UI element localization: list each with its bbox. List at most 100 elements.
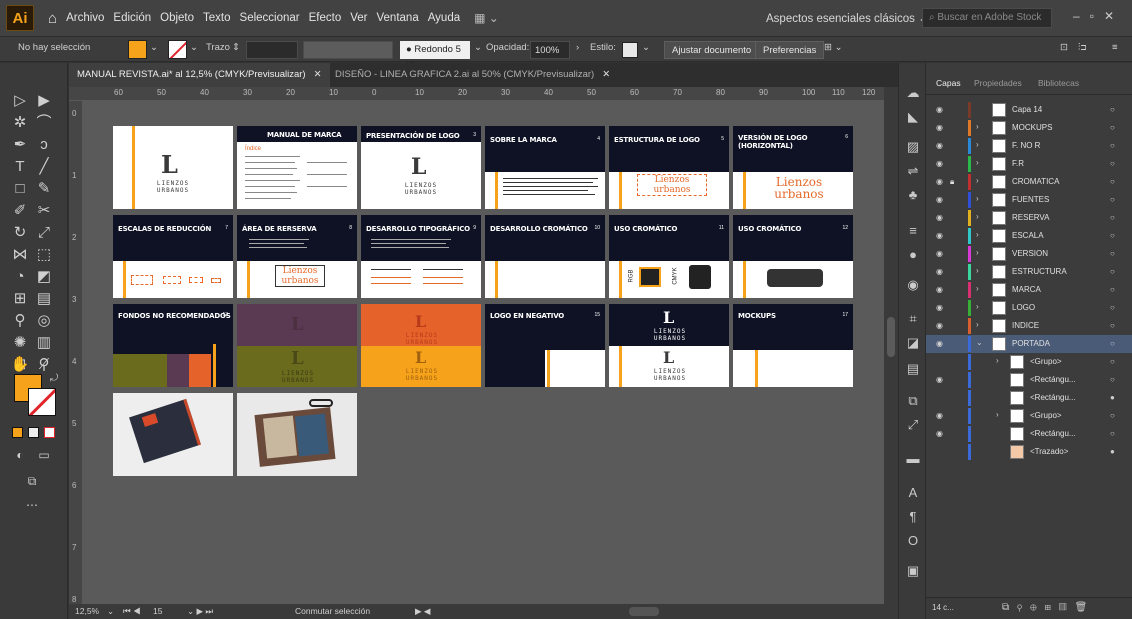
hand-tool-icon[interactable]: ✋ (10, 355, 30, 375)
eye-icon[interactable]: ◉ (936, 429, 943, 438)
color-mode-icon[interactable] (12, 427, 23, 438)
zoom-dropdown-icon[interactable]: ⌄ (107, 606, 114, 617)
layer-row[interactable]: ◉ › F. NO R ○ (926, 137, 1132, 155)
type-tool-icon[interactable]: T (10, 157, 30, 177)
artboards-panel-icon[interactable]: ⧉ (905, 393, 921, 409)
fill-swatch[interactable] (128, 40, 147, 59)
target-icon[interactable]: ○ (1110, 357, 1115, 366)
expand-icon[interactable]: › (976, 266, 979, 275)
eye-icon[interactable]: ◉ (936, 177, 943, 186)
target-icon[interactable]: ○ (1110, 303, 1115, 312)
canvas[interactable]: L LIENZOS URBANOS MANUAL DE MARCA Índice … (83, 101, 884, 604)
target-icon[interactable]: ○ (1110, 321, 1115, 330)
character-icon[interactable]: A (905, 485, 921, 501)
target-icon[interactable]: ○ (1110, 177, 1115, 186)
libraries-icon[interactable]: ☁ (905, 85, 921, 101)
menu-seleccionar[interactable]: Seleccionar (240, 12, 300, 24)
artboard-7-escalas[interactable]: ESCALAS DE REDUCCIÓN 7 (113, 215, 233, 298)
opentype-icon[interactable]: O (905, 533, 921, 549)
color-guide-icon[interactable]: ▬ (905, 451, 921, 467)
first-artboard-icon[interactable]: ⏮ ◀ (123, 606, 141, 617)
perspective-grid-tool-icon[interactable]: ◩ (34, 267, 54, 287)
eye-icon[interactable]: ◉ (936, 159, 943, 168)
variable-width-profile[interactable] (303, 41, 393, 59)
free-transform-tool-icon[interactable]: ⬚ (34, 245, 54, 265)
symbol-sprayer-tool-icon[interactable]: ✺ (10, 333, 30, 353)
home-icon[interactable]: ⌂ (48, 10, 57, 27)
expand-icon[interactable]: › (976, 284, 979, 293)
layer-row[interactable]: ◉ 🔒︎ › CROMATICA ○ (926, 173, 1132, 191)
menu-ventana[interactable]: Ventana (377, 12, 419, 24)
symbols-icon[interactable]: ♣ (905, 187, 921, 203)
sublayer-row[interactable]: ◉ <Rectángu... ○ (926, 371, 1132, 389)
opacity-arrow-icon[interactable]: › (576, 42, 579, 53)
eye-icon[interactable]: ◉ (936, 267, 943, 276)
artboard-1-portada[interactable]: L LIENZOS URBANOS (113, 126, 233, 209)
stroke-dropdown-icon[interactable]: ⌄ (190, 42, 198, 53)
layer-row-selected[interactable]: ◉ ⌄ PORTADA ○ (926, 335, 1132, 353)
line-tool-icon[interactable]: ╱ (34, 157, 54, 177)
menu-ayuda[interactable]: Ayuda (428, 12, 460, 24)
artboard-15-fondo-naranja[interactable]: L LIENZOS URBANOS L LIENZOS URBANOS (361, 304, 481, 387)
status-mode[interactable]: Conmutar selección (295, 606, 370, 616)
paintbrush-tool-icon[interactable]: ✎ (34, 179, 54, 199)
tab-manual-revista[interactable]: MANUAL REVISTA.ai* al 12,5% (CMYK/Previs… (69, 63, 330, 87)
shape-builder-tool-icon[interactable]: ◔ (10, 267, 30, 287)
transform-icon[interactable]: ⊡ (1060, 42, 1068, 53)
menu-ver[interactable]: Ver (350, 12, 367, 24)
magic-wand-tool-icon[interactable]: ✲ (10, 113, 30, 133)
vertical-ruler[interactable]: 0 1 2 3 4 5 6 7 8 (69, 101, 83, 604)
window-controls[interactable]: –▫✕ (1073, 9, 1124, 23)
expand-icon[interactable]: › (976, 320, 979, 329)
screen-mode-icon[interactable]: ▭ (34, 445, 54, 465)
layer-row[interactable]: ◉ › MOCKUPS ○ (926, 119, 1132, 137)
artboard-negativo-logo[interactable]: L LIENZOS URBANOS L LIENZOS URBANOS (609, 304, 729, 387)
properties-icon[interactable]: ◣ (905, 109, 921, 125)
align-panel-icon[interactable]: ⌗ (905, 311, 921, 327)
lasso-tool-icon[interactable]: ⌒ (34, 113, 54, 133)
expand-icon[interactable]: › (976, 140, 979, 149)
image-trace-icon[interactable]: ▨ (905, 139, 921, 155)
target-icon[interactable]: ○ (1110, 213, 1115, 222)
selection-tool-icon[interactable]: ▷ (10, 91, 30, 111)
pen-tool-icon[interactable]: ✒ (10, 135, 30, 155)
expand-icon[interactable]: › (976, 230, 979, 239)
target-icon[interactable]: ○ (1110, 105, 1115, 114)
expand-icon[interactable]: › (996, 410, 999, 419)
scissors-tool-icon[interactable]: ✂ (34, 201, 54, 221)
eye-icon[interactable]: ◉ (936, 105, 943, 114)
target-icon[interactable]: ○ (1110, 339, 1115, 348)
artboard-5-estructura-logo[interactable]: ESTRUCTURA DE LOGO 5 Lienzos urbanos (609, 126, 729, 209)
stroke-stepper-icon[interactable]: ⇕ (232, 42, 240, 53)
artboard-3-presentacion-logo[interactable]: PRESENTACIÓN DE LOGO 3 L LIENZOS URBANOS (361, 126, 481, 209)
layer-row[interactable]: ◉ › INDICE ○ (926, 317, 1132, 335)
stroke-color-box[interactable] (28, 388, 56, 416)
gradient-tool-icon[interactable]: ▤ (34, 289, 54, 309)
artboard-12-uso-cromatico[interactable]: USO CROMÁTICO 12 (733, 215, 853, 298)
lock-icon[interactable]: 🔒︎ (950, 177, 954, 187)
shaper-tool-icon[interactable]: ✐ (10, 201, 30, 221)
artboard-2-manual[interactable]: MANUAL DE MARCA Índice (237, 126, 357, 209)
direct-selection-tool-icon[interactable]: ▶ (34, 91, 54, 111)
links-icon[interactable]: ⤢ (905, 417, 921, 433)
sublayer-row[interactable]: <Trazado> ● (926, 443, 1132, 461)
expand-icon[interactable]: › (976, 158, 979, 167)
eyedropper-tool-icon[interactable]: ⚲ (10, 311, 30, 331)
tab-bibliotecas[interactable]: Bibliotecas (1038, 78, 1079, 88)
layer-row[interactable]: ◉ › MARCA ○ (926, 281, 1132, 299)
opacity-field[interactable]: 100% (530, 41, 570, 59)
layer-row[interactable]: ◉ › ESCALA ○ (926, 227, 1132, 245)
close-icon[interactable]: ✕ (314, 69, 322, 80)
artboard-4-sobre-marca[interactable]: SOBRE LA MARCA 4 (485, 126, 605, 209)
scrollbar-thumb[interactable] (887, 317, 895, 357)
expand-icon[interactable]: › (976, 302, 979, 311)
eye-icon[interactable]: ◉ (936, 303, 943, 312)
target-icon[interactable]: ○ (1110, 411, 1115, 420)
layer-row[interactable]: ◉ › RESERVA ○ (926, 209, 1132, 227)
stroke-swatch[interactable] (168, 40, 187, 59)
layer-row[interactable]: ◉ Capa 14 ○ (926, 101, 1132, 119)
workspace-switcher[interactable]: Aspectos esenciales clásicos ⌄ (766, 11, 928, 25)
artboard-8-area-reserva[interactable]: ÁREA DE RERSERVA 8 Lienzos urbanos (237, 215, 357, 298)
sublayer-row[interactable]: › <Grupo> ○ (926, 353, 1132, 371)
brush-dropdown-icon[interactable]: ⌄ (474, 42, 482, 53)
